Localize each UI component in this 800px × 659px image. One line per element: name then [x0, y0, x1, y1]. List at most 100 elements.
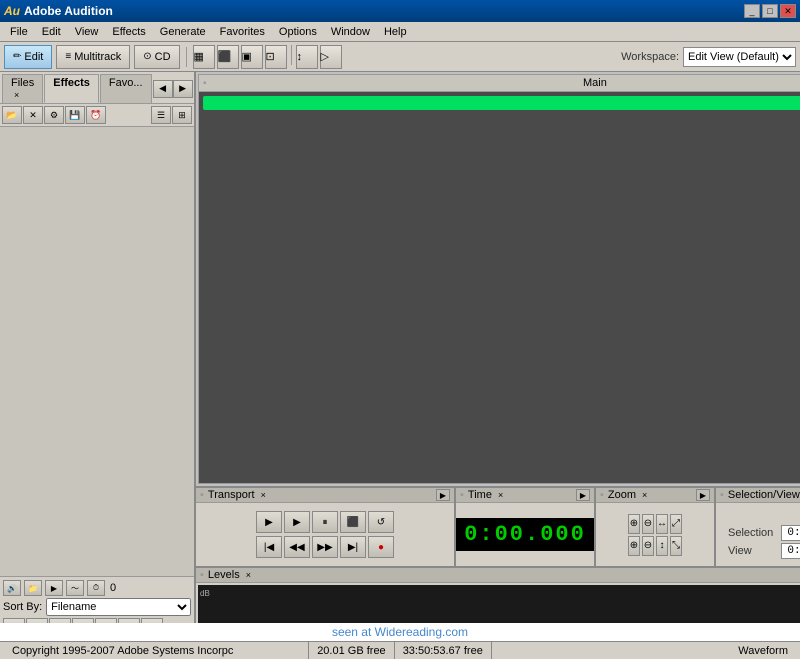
free-space-text: 20.01 GB free	[317, 645, 386, 657]
zoom-out-v[interactable]: ⊖	[642, 536, 654, 556]
watermark: seen at Widereading.com	[0, 623, 800, 641]
tool-btn-2[interactable]: ⬛	[217, 45, 239, 69]
transport-play-stop[interactable]: ▶	[256, 511, 282, 533]
transport-pause[interactable]: ⏸	[312, 511, 338, 533]
panel-nav-right[interactable]: ▶	[173, 80, 193, 98]
workspace-label: Workspace:	[621, 51, 679, 63]
zoom-full-v[interactable]: ⤡	[670, 536, 682, 556]
progress-bar-container	[203, 96, 800, 110]
panel-play-btn[interactable]: ▶	[45, 580, 63, 596]
menu-effects[interactable]: Effects	[106, 24, 151, 40]
panel-tool-add[interactable]: 📂	[2, 106, 22, 124]
zoom-out-h[interactable]: ⊖	[642, 514, 654, 534]
panel-counter: 0	[110, 582, 116, 594]
tool-btn-4[interactable]: ⊡	[265, 45, 287, 69]
menu-edit[interactable]: Edit	[36, 24, 67, 40]
levels-panel-close[interactable]: ×	[246, 570, 251, 580]
waveform-panel-title: Main	[583, 77, 607, 89]
transport-record[interactable]: ●	[368, 536, 394, 558]
time-panel-title: Time	[468, 489, 492, 501]
zoom-fit-h[interactable]: ↔	[656, 514, 668, 534]
status-free-space: 20.01 GB free	[309, 642, 395, 659]
time-panel-header: ▪ Time × ▶	[456, 488, 594, 503]
transport-stop[interactable]: ⬛	[340, 511, 366, 533]
tool-btn-6[interactable]: ▷	[320, 45, 342, 69]
edit-icon: ✏	[13, 51, 21, 62]
waveform-display[interactable]	[199, 92, 800, 483]
sel-header-begin: Begin	[777, 510, 800, 524]
tab-favorites[interactable]: Favo...	[100, 74, 152, 103]
panel-tool-props[interactable]: ⚙	[44, 106, 64, 124]
toolbar-separator	[186, 47, 187, 67]
panel-tool-clock[interactable]: ⏰	[86, 106, 106, 124]
menu-window[interactable]: Window	[325, 24, 376, 40]
waveform-panel: ▪ Main ▶ dB -3 -6 -9 -12 -18 -24	[198, 74, 800, 484]
menu-help[interactable]: Help	[378, 24, 413, 40]
titlebar: Au Adobe Audition _ □ ✕	[0, 0, 800, 22]
transport-scroll-btn[interactable]: ▶	[436, 489, 450, 501]
transport-panel-header: ▪ Transport × ▶	[196, 488, 454, 503]
transport-forward[interactable]: ▶▶	[312, 536, 338, 558]
transport-to-end[interactable]: ▶|	[340, 536, 366, 558]
status-mode: Waveform	[492, 642, 796, 659]
transport-to-start[interactable]: |◀	[256, 536, 282, 558]
sel-header-empty	[724, 510, 777, 524]
tab-files-close[interactable]: ×	[14, 90, 19, 100]
menu-file[interactable]: File	[4, 24, 34, 40]
multitrack-label: Multitrack	[74, 51, 121, 63]
panel-tool-view1[interactable]: ☰	[151, 106, 171, 124]
panel-nav-left[interactable]: ◀	[153, 80, 173, 98]
panel-tool-save[interactable]: 💾	[65, 106, 85, 124]
maximize-button[interactable]: □	[762, 4, 778, 18]
multitrack-icon: ≡	[65, 51, 71, 62]
selection-content: Begin End Length Selection	[716, 503, 800, 566]
zoom-panel-close[interactable]: ×	[642, 490, 647, 500]
tab-effects[interactable]: Effects	[44, 74, 99, 103]
cd-mode-button[interactable]: ⊙ CD	[134, 45, 179, 69]
zoom-scroll-btn[interactable]: ▶	[696, 489, 710, 501]
zoom-fit-v[interactable]: ↕	[656, 536, 668, 556]
tool-btn-5[interactable]: ↕	[296, 45, 318, 69]
tool-btn-3[interactable]: ▣	[241, 45, 263, 69]
edit-mode-button[interactable]: ✏ Edit	[4, 45, 52, 69]
tab-files[interactable]: Files ×	[2, 74, 43, 103]
multitrack-mode-button[interactable]: ≡ Multitrack	[56, 45, 130, 69]
selection-panel-title: Selection/View	[728, 489, 800, 501]
tool-btn-1[interactable]: ▦	[193, 45, 215, 69]
transport-row1: ▶ ▶ ⏸ ⬛ ↺	[256, 511, 394, 533]
zoom-in-v[interactable]: ⊕	[628, 536, 640, 556]
panel-volume-btn[interactable]: 🔊	[3, 580, 21, 596]
view-row: View	[724, 542, 800, 560]
zoom-full-h[interactable]: ⤢	[670, 514, 682, 534]
titlebar-controls[interactable]: _ □ ✕	[744, 4, 796, 18]
sort-select[interactable]: Filename	[46, 598, 191, 616]
view-begin-input[interactable]	[781, 543, 800, 559]
transport-loop[interactable]: ↺	[368, 511, 394, 533]
transport-rewind[interactable]: ◀◀	[284, 536, 310, 558]
menubar: File Edit View Effects Generate Favorite…	[0, 22, 800, 42]
panel-tool-view2[interactable]: ⊞	[172, 106, 192, 124]
selection-begin-input[interactable]	[781, 525, 800, 541]
transport-play[interactable]: ▶	[284, 511, 310, 533]
minimize-button[interactable]: _	[744, 4, 760, 18]
transport-panel-close[interactable]: ×	[261, 490, 266, 500]
panel-clock-btn[interactable]: ⏱	[87, 580, 105, 596]
menu-favorites[interactable]: Favorites	[214, 24, 271, 40]
selection-table: Begin End Length Selection	[724, 510, 800, 560]
menu-generate[interactable]: Generate	[154, 24, 212, 40]
panel-tool-remove[interactable]: ✕	[23, 106, 43, 124]
waveform-content: dB -3 -6 -9 -12 -18 -24 -3	[199, 92, 800, 483]
toolbar-tools: ▦ ⬛ ▣ ⊡ ↕ ▷	[193, 45, 342, 69]
menu-options[interactable]: Options	[273, 24, 323, 40]
panel-folder-btn[interactable]: 📁	[24, 580, 42, 596]
transport-panel: ▪ Transport × ▶ ▶ ▶ ⏸ ⬛ ↺	[196, 488, 456, 566]
zoom-in-h[interactable]: ⊕	[628, 514, 640, 534]
time-panel-close[interactable]: ×	[498, 490, 503, 500]
workspace-select[interactable]: Edit View (Default)	[683, 47, 796, 67]
close-button[interactable]: ✕	[780, 4, 796, 18]
panel-wave-btn[interactable]: ～	[66, 580, 84, 596]
time-scroll-btn[interactable]: ▶	[576, 489, 590, 501]
menu-view[interactable]: View	[69, 24, 105, 40]
transport-row2: |◀ ◀◀ ▶▶ ▶| ●	[256, 536, 394, 558]
view-label: View	[724, 542, 777, 560]
